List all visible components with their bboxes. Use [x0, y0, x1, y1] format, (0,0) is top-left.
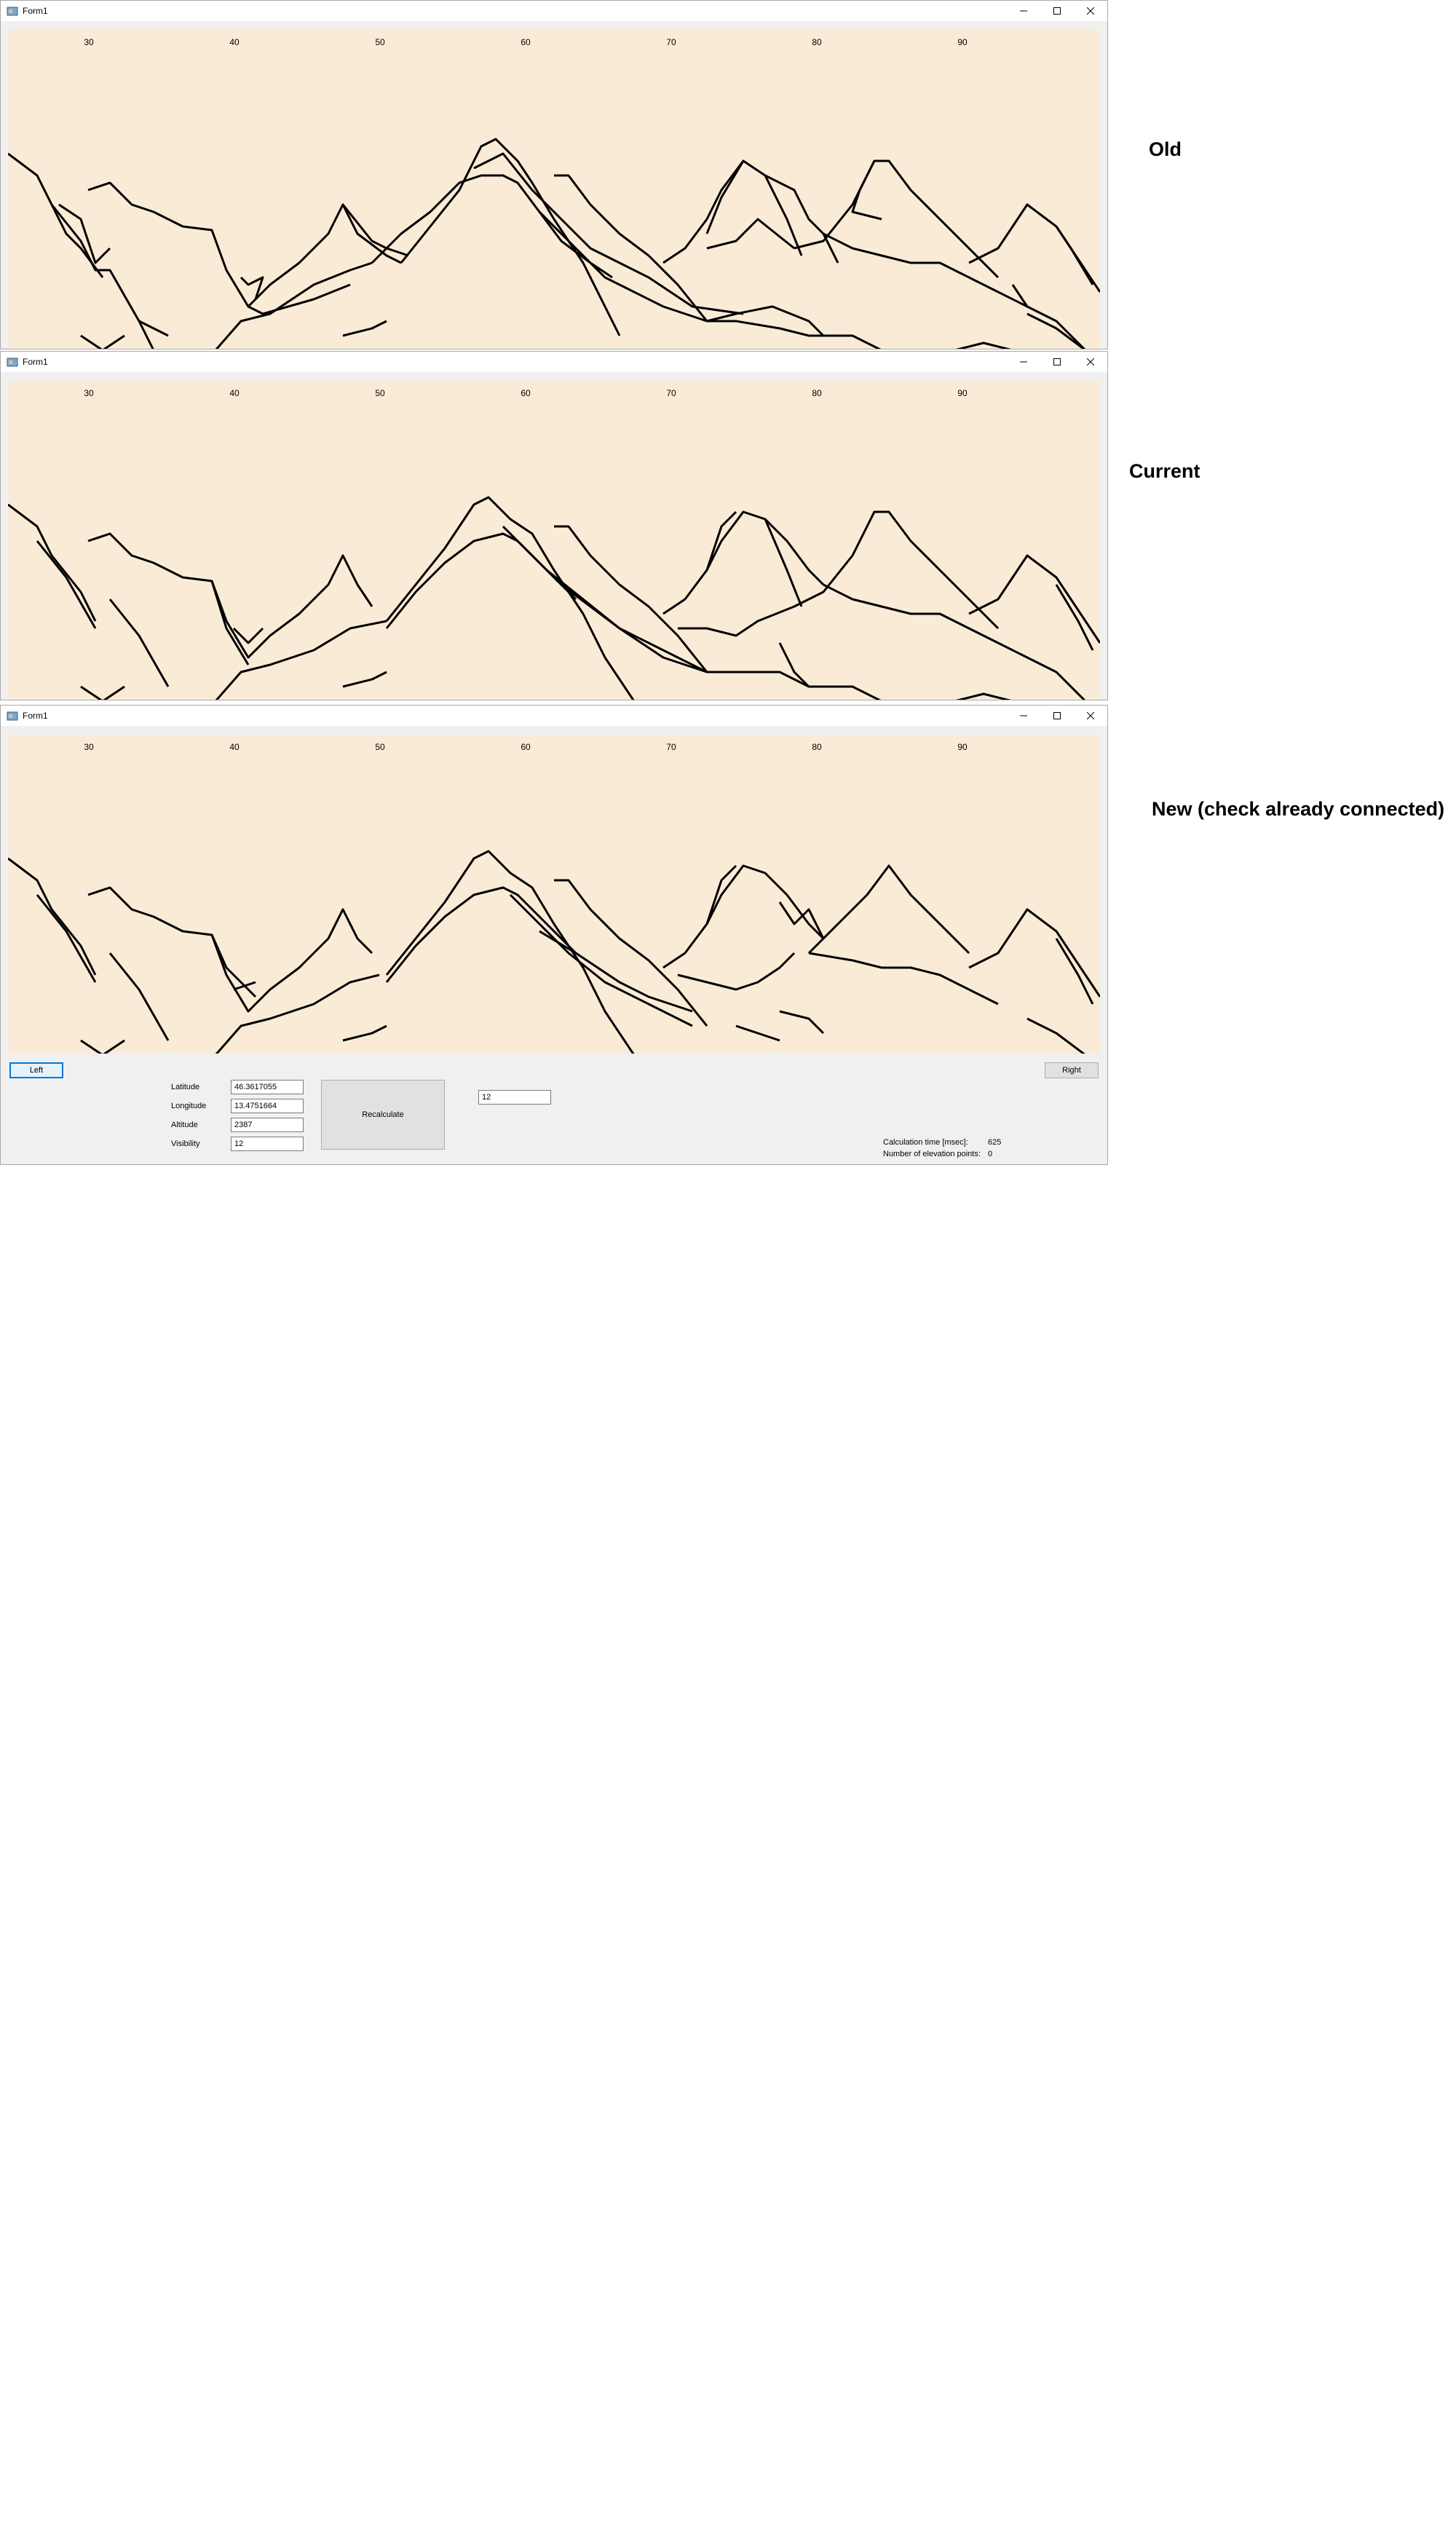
extra-input-field[interactable]: 12 [478, 1090, 551, 1105]
axis-tick-label: 90 [957, 37, 968, 47]
axis-tick-label: 30 [84, 37, 94, 47]
axis-tick-label: 80 [812, 742, 822, 752]
axis-tick-label: 40 [229, 742, 240, 752]
axis-tick-label: 90 [957, 742, 968, 752]
right-button[interactable]: Right [1045, 1062, 1099, 1078]
axis-tick-label: 60 [521, 742, 531, 752]
calc-time-label: Calculation time [msec]: [883, 1138, 968, 1147]
panorama-canvas: 30 40 50 60 70 80 90 [8, 381, 1100, 700]
comparison-label-current: Current [1129, 460, 1200, 482]
altitude-field[interactable]: 2387 [231, 1118, 304, 1132]
ridge-lines [8, 138, 1100, 349]
left-button[interactable]: Left [9, 1062, 63, 1078]
axis-tick-label: 80 [812, 388, 822, 398]
visibility-field[interactable]: 12 [231, 1137, 304, 1151]
axis-tick-label: 70 [666, 37, 676, 47]
title-bar[interactable]: Form1 [1, 1, 1107, 21]
minimize-icon[interactable] [1007, 706, 1040, 726]
axis-tick-label: 70 [666, 388, 676, 398]
axis-tick-label: 70 [666, 742, 676, 752]
comparison-label-old: Old [1149, 138, 1182, 160]
recalculate-button[interactable]: Recalculate [321, 1080, 445, 1150]
form-window-current: Form1 30 40 50 60 70 80 90 [0, 351, 1108, 700]
minimize-icon[interactable] [1007, 352, 1040, 372]
maximize-icon[interactable] [1040, 706, 1074, 726]
close-icon[interactable] [1074, 706, 1107, 726]
form-window-new: Form1 30 40 50 60 70 80 90 Left Right La… [0, 705, 1108, 1165]
axis-tick-label: 60 [521, 388, 531, 398]
ridge-lines [8, 496, 1100, 700]
window-title: Form1 [23, 711, 48, 721]
form-app-icon [7, 711, 18, 721]
panorama-canvas: 30 40 50 60 70 80 90 [8, 735, 1100, 1054]
axis-tick-label: 30 [84, 742, 94, 752]
form-app-icon [7, 358, 18, 367]
axis-tick-label: 50 [375, 37, 385, 47]
close-icon[interactable] [1074, 1, 1107, 21]
axis-tick-label: 80 [812, 37, 822, 47]
panorama-canvas: 30 40 50 60 70 80 90 [8, 30, 1100, 349]
visibility-label: Visibility [171, 1139, 200, 1148]
comparison-label-new: New (check already connected) [1152, 798, 1445, 820]
latitude-label: Latitude [171, 1083, 200, 1091]
longitude-field[interactable]: 13.4751664 [231, 1099, 304, 1113]
elevation-points-label: Number of elevation points: [883, 1150, 981, 1158]
longitude-label: Longitude [171, 1102, 207, 1110]
latitude-field[interactable]: 46.3617055 [231, 1080, 304, 1094]
window-title: Form1 [23, 357, 48, 367]
form-window-old: Form1 30 40 50 60 70 80 90 [0, 0, 1108, 349]
axis-tick-label: 40 [229, 37, 240, 47]
maximize-icon[interactable] [1040, 352, 1074, 372]
axis-tick-label: 90 [957, 388, 968, 398]
title-bar[interactable]: Form1 [1, 706, 1107, 726]
close-icon[interactable] [1074, 352, 1107, 372]
axis-tick-label: 40 [229, 388, 240, 398]
title-bar[interactable]: Form1 [1, 352, 1107, 372]
window-title: Form1 [23, 6, 48, 16]
calc-time-value: 625 [988, 1138, 1002, 1147]
ridge-lines [8, 850, 1100, 1054]
altitude-label: Altitude [171, 1121, 198, 1129]
maximize-icon[interactable] [1040, 1, 1074, 21]
axis-tick-label: 50 [375, 742, 385, 752]
axis-tick-label: 50 [375, 388, 385, 398]
elevation-points-value: 0 [988, 1150, 993, 1158]
axis-tick-label: 60 [521, 37, 531, 47]
minimize-icon[interactable] [1007, 1, 1040, 21]
axis-tick-label: 30 [84, 388, 94, 398]
form-app-icon [7, 7, 18, 16]
